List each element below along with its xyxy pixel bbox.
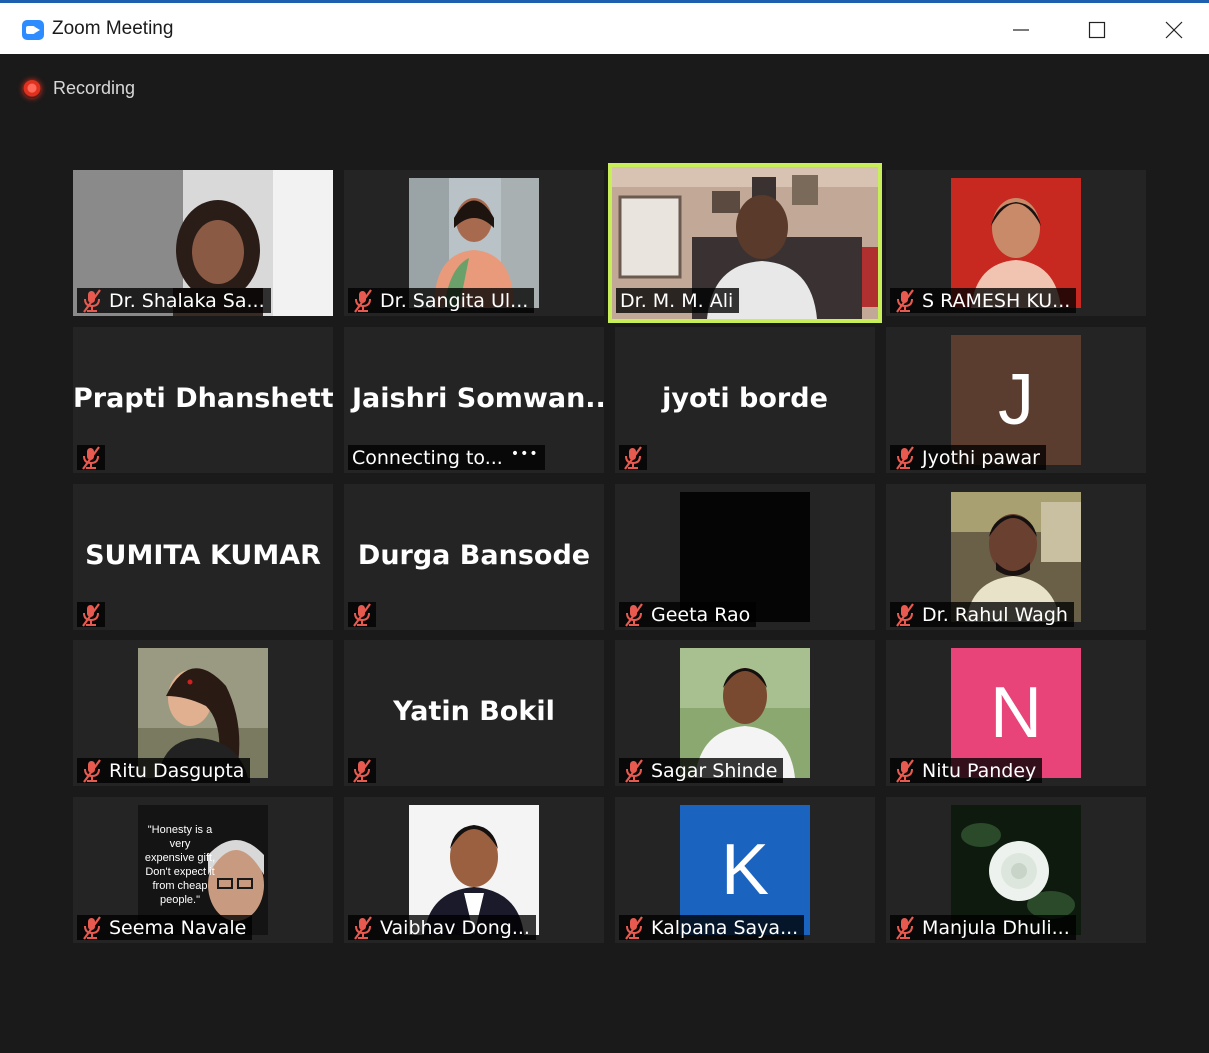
- minimize-icon: [1013, 29, 1029, 31]
- active-speaker-tile[interactable]: Dr. M. M. Ali: [608, 163, 882, 323]
- participant-mute-status: [348, 602, 376, 627]
- participant-name-label: Dr. Shalaka Sa...: [77, 288, 271, 313]
- participant-display-name: Prapti Dhanshetti: [73, 383, 333, 414]
- participant-display-name: SUMITA KUMAR: [85, 540, 321, 571]
- participant-name: Dr. Rahul Wagh: [922, 603, 1068, 626]
- muted-mic-icon: [623, 759, 645, 783]
- avatar-letter: N: [990, 673, 1042, 753]
- participant-name-label: S RAMESH KU...: [890, 288, 1077, 313]
- connecting-status: Connecting to...: [352, 446, 503, 469]
- participant-display-name: Yatin Bokil: [393, 696, 555, 727]
- muted-mic-icon: [81, 916, 103, 940]
- avatar-letter: K: [720, 830, 770, 910]
- close-icon: [1165, 21, 1183, 39]
- participant-tile[interactable]: Ritu Dasgupta: [73, 640, 333, 786]
- muted-mic-icon: [351, 759, 373, 783]
- participant-tile[interactable]: Dr. Rahul Wagh: [886, 484, 1146, 630]
- loading-dots-icon: •••: [510, 445, 539, 462]
- maximize-icon: [1088, 21, 1106, 39]
- participant-tile[interactable]: Dr. Sangita Ul...: [344, 170, 604, 316]
- participant-name: Sagar Shinde: [651, 759, 778, 782]
- participant-tile[interactable]: Jaishri Somwan... Connecting to... •••: [344, 327, 604, 473]
- participant-mute-status: [348, 758, 376, 783]
- participant-name-label: Ritu Dasgupta: [77, 758, 251, 783]
- muted-mic-icon: [352, 289, 374, 313]
- muted-mic-icon: [351, 603, 373, 627]
- participant-tile[interactable]: K Kalpana Saya...: [615, 797, 875, 943]
- participant-tile[interactable]: SUMITA KUMAR: [73, 484, 333, 630]
- participant-tile[interactable]: J Jyothi pawar: [886, 327, 1146, 473]
- muted-mic-icon: [80, 603, 102, 627]
- maximize-button[interactable]: [1067, 6, 1127, 54]
- muted-mic-icon: [894, 916, 916, 940]
- participant-name: Kalpana Saya...: [651, 916, 799, 939]
- participant-name-label: Geeta Rao: [619, 602, 757, 627]
- participant-name-label: Dr. Rahul Wagh: [890, 602, 1074, 627]
- participant-tile[interactable]: jyoti borde: [615, 327, 875, 473]
- participant-tile[interactable]: Prapti Dhanshetti: [73, 327, 333, 473]
- recording-label: Recording: [53, 78, 136, 98]
- participant-name: Geeta Rao: [651, 603, 751, 626]
- participant-tile[interactable]: "Honesty is a very expensive gift, Don't…: [73, 797, 333, 943]
- participant-name: Nitu Pandey: [922, 759, 1037, 782]
- window-title-bar: Zoom Meeting: [0, 0, 1209, 54]
- participant-tile[interactable]: Geeta Rao: [615, 484, 875, 630]
- participant-name-label: Manjula Dhuli...: [890, 915, 1076, 940]
- participant-tile[interactable]: Manjula Dhuli...: [886, 797, 1146, 943]
- participant-name-label: Sagar Shinde: [619, 758, 784, 783]
- participant-tile[interactable]: Dr. Shalaka Sa...: [73, 170, 333, 316]
- participant-name-label: Nitu Pandey: [890, 758, 1043, 783]
- participant-display-name: Jaishri Somwan...: [352, 383, 604, 414]
- muted-mic-icon: [623, 603, 645, 627]
- participant-tile[interactable]: S RAMESH KU...: [886, 170, 1146, 316]
- participant-name-label: Dr. Sangita Ul...: [348, 288, 535, 313]
- participant-name: Jyothi pawar: [922, 446, 1040, 469]
- participant-mute-status: [619, 445, 647, 470]
- muted-mic-icon: [622, 446, 644, 470]
- recording-dot-icon: [23, 79, 41, 98]
- participant-status-label: Connecting to... •••: [348, 445, 545, 470]
- participant-tile[interactable]: N Nitu Pandey: [886, 640, 1146, 786]
- participant-mute-status: [77, 602, 105, 627]
- muted-mic-icon: [894, 446, 916, 470]
- muted-mic-icon: [80, 446, 102, 470]
- participant-tile[interactable]: Sagar Shinde: [615, 640, 875, 786]
- recording-indicator[interactable]: Recording: [23, 78, 135, 99]
- participant-name-label: Dr. M. M. Ali: [616, 288, 740, 313]
- participant-name-label: Vaibhav Dong...: [348, 915, 536, 940]
- muted-mic-icon: [81, 759, 103, 783]
- participant-display-name: Durga Bansode: [357, 540, 591, 571]
- participant-tile[interactable]: Yatin Bokil: [344, 640, 604, 786]
- participant-name: Vaibhav Dong...: [380, 916, 530, 939]
- window-title: Zoom Meeting: [52, 18, 174, 39]
- participant-name-label: Kalpana Saya...: [619, 915, 805, 940]
- participant-tile[interactable]: Vaibhav Dong...: [344, 797, 604, 943]
- photo-quote-text: "Honesty is a very expensive gift, Don't…: [144, 824, 216, 906]
- muted-mic-icon: [352, 916, 374, 940]
- participant-name: Ritu Dasgupta: [109, 759, 245, 782]
- participant-name: Dr. Shalaka Sa...: [109, 289, 265, 312]
- muted-mic-icon: [894, 603, 916, 627]
- close-button[interactable]: [1144, 6, 1204, 54]
- participant-name-label: Jyothi pawar: [890, 445, 1046, 470]
- muted-mic-icon: [894, 759, 916, 783]
- participant-name-label: Seema Navale: [77, 915, 253, 940]
- participant-name: S RAMESH KU...: [922, 289, 1071, 312]
- minimize-button[interactable]: [991, 6, 1051, 54]
- avatar-letter: J: [998, 360, 1034, 440]
- participant-display-name: jyoti borde: [662, 383, 828, 414]
- participant-name: Dr. Sangita Ul...: [380, 289, 529, 312]
- zoom-app-icon: [22, 20, 44, 40]
- participant-name: Dr. M. M. Ali: [620, 289, 734, 312]
- participant-mute-status: [77, 445, 105, 470]
- participant-name: Manjula Dhuli...: [922, 916, 1070, 939]
- muted-mic-icon: [81, 289, 103, 313]
- participant-name: Seema Navale: [109, 916, 247, 939]
- participant-tile[interactable]: Durga Bansode: [344, 484, 604, 630]
- muted-mic-icon: [623, 916, 645, 940]
- muted-mic-icon: [894, 289, 916, 313]
